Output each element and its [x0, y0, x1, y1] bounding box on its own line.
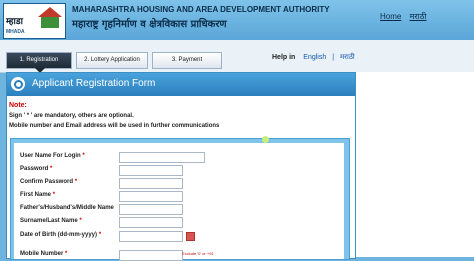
- house-roof-icon: [38, 7, 62, 17]
- site-header: म्हाडा MHADA MAHARASHTRA HOUSING AND ARE…: [0, 0, 474, 40]
- logo-text: म्हाडा: [6, 17, 23, 27]
- separator: |: [332, 54, 335, 61]
- form-title: Applicant Registration Form: [32, 78, 156, 89]
- middle-name-input[interactable]: [119, 204, 183, 215]
- form-container: User Name For Login * Password * Confirm…: [10, 138, 350, 261]
- tab-payment[interactable]: 3. Payment: [152, 52, 222, 69]
- step-tabs: 1. Registration 2. Lottery Application 3…: [0, 40, 474, 73]
- mobile-number-input[interactable]: [119, 250, 183, 261]
- calendar-icon[interactable]: [186, 232, 195, 241]
- page-background: [354, 72, 474, 257]
- label-password: Password *: [20, 166, 53, 172]
- help-marathi-link[interactable]: मराठी: [340, 54, 355, 61]
- marathi-link[interactable]: मराठी: [410, 12, 427, 21]
- label-date-of-birth: Date of Birth (dd-mm-yyyy) *: [20, 232, 102, 238]
- password-input[interactable]: [119, 165, 183, 176]
- label-middle-name: Father's/Husband's/Middle Name: [20, 205, 114, 211]
- org-name-english: MAHARASHTRA HOUSING AND AREA DEVELOPMENT…: [72, 5, 330, 14]
- note-label: Note:: [9, 102, 27, 109]
- help-language: Help in English | मराठी: [272, 53, 359, 62]
- note-communication: Mobile number and Email address will be …: [9, 123, 220, 129]
- search-icon: [11, 77, 25, 91]
- home-link[interactable]: Home: [380, 12, 401, 21]
- help-label: Help in: [272, 54, 296, 61]
- username-input[interactable]: [119, 152, 205, 163]
- label-confirm-password: Confirm Password *: [20, 179, 78, 185]
- house-body-icon: [41, 17, 59, 28]
- label-username: User Name For Login *: [20, 153, 85, 159]
- mobile-hint: Exclude '0' or +91: [182, 251, 214, 256]
- surname-input[interactable]: [119, 217, 183, 228]
- label-surname: Surname/Last Name *: [20, 218, 82, 224]
- logo-subtext: MHADA: [6, 29, 25, 35]
- mhada-logo[interactable]: म्हाडा MHADA: [3, 3, 66, 39]
- form-fields: User Name For Login * Password * Confirm…: [14, 143, 344, 261]
- date-of-birth-input[interactable]: [119, 231, 183, 242]
- mouse-cursor-highlight: [262, 136, 269, 143]
- confirm-password-input[interactable]: [119, 178, 183, 189]
- label-first-name: First Name *: [20, 192, 56, 198]
- note-mandatory: Sign ' * ' are mandatory, others are opt…: [9, 113, 134, 119]
- first-name-input[interactable]: [119, 191, 183, 202]
- label-mobile-number: Mobile Number *: [20, 251, 68, 257]
- registration-panel: Applicant Registration Form Note: Sign '…: [6, 72, 356, 261]
- tab-registration[interactable]: 1. Registration: [6, 52, 72, 73]
- help-english-link[interactable]: English: [303, 54, 326, 61]
- tab-lottery-application[interactable]: 2. Lottery Application: [76, 52, 148, 69]
- org-name-marathi: महाराष्ट्र गृहनिर्माण व क्षेत्रविकास प्र…: [72, 19, 227, 30]
- panel-title-bar: Applicant Registration Form: [7, 73, 355, 96]
- top-links: Home मराठी: [380, 11, 432, 22]
